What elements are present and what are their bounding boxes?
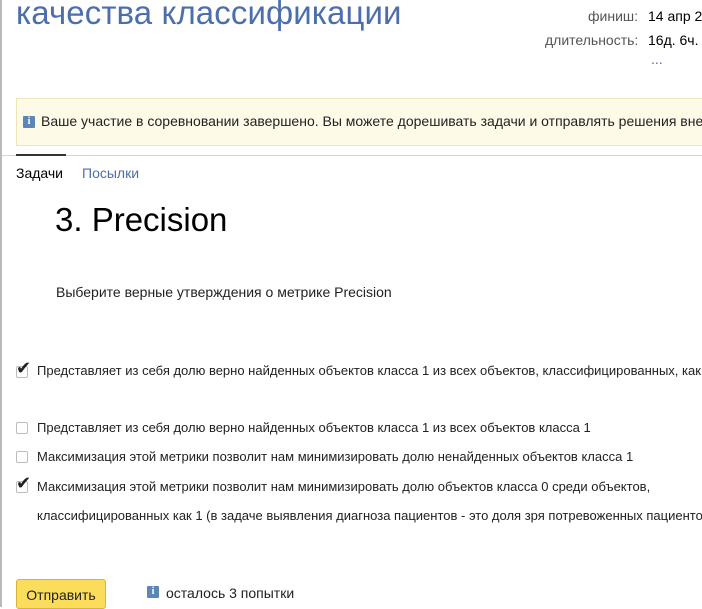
tab-tasks[interactable]: Задачи: [16, 165, 63, 181]
notice-text: Ваше участие в соревновании завершено. В…: [41, 113, 702, 129]
answer-option[interactable]: Максимизация этой метрики позволит нам м…: [16, 443, 702, 472]
option-checkbox[interactable]: ✔: [16, 475, 31, 493]
more-link[interactable]: ...: [651, 51, 663, 67]
duration-value: 16д. 6ч.: [648, 32, 699, 48]
active-tab-indicator: [16, 154, 66, 156]
option-label: Представляет из себя долю верно найденны…: [37, 363, 702, 378]
contest-notice: i Ваше участие в соревновании завершено.…: [16, 98, 702, 146]
info-icon: i: [147, 586, 159, 598]
finish-label: финиш:: [588, 8, 639, 24]
answer-option[interactable]: Представляет из себя долю верно найденны…: [16, 414, 702, 443]
option-checkbox[interactable]: [16, 451, 28, 463]
info-icon: i: [23, 116, 35, 128]
duration-label: длительность:: [545, 32, 639, 48]
checkmark-icon: ✔: [16, 473, 32, 494]
option-label: Представляет из себя долю верно найденны…: [37, 420, 591, 435]
contest-title: качества классификации: [16, 0, 402, 31]
answer-option[interactable]: ✔ Представляет из себя долю верно найден…: [16, 357, 702, 414]
tab-submissions[interactable]: Посылки: [82, 165, 139, 181]
checkmark-icon: ✔: [16, 358, 32, 379]
problem-question: Выберите верные утверждения о метрике Pr…: [56, 284, 392, 300]
submit-button[interactable]: Отправить: [16, 579, 106, 609]
tabs-divider: [2, 155, 702, 156]
option-checkbox[interactable]: [16, 422, 28, 434]
problem-title: 3. Precision: [55, 201, 228, 238]
answer-option[interactable]: ✔ Максимизация этой метрики позволит нам…: [16, 473, 702, 559]
left-border: [0, 0, 2, 607]
option-label: Максимизация этой метрики позволит нам м…: [37, 449, 634, 464]
option-checkbox[interactable]: ✔: [16, 360, 31, 378]
finish-value: 14 апр 2: [648, 8, 702, 24]
attempts-remaining: осталось 3 попытки: [166, 585, 295, 601]
option-label: Максимизация этой метрики позволит нам м…: [37, 479, 702, 523]
